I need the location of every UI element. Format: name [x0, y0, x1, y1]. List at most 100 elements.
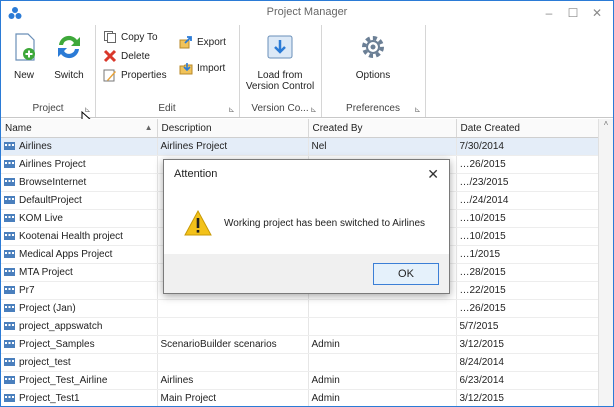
- cell-date-created-text: …10/2015: [459, 213, 506, 224]
- cell-description[interactable]: [157, 299, 309, 318]
- project-folder-icon: [4, 304, 15, 312]
- export-button[interactable]: Export: [179, 35, 226, 49]
- cell-description[interactable]: Airlines: [157, 371, 309, 390]
- switch-arrows-icon: [58, 35, 80, 59]
- cell-description[interactable]: Airlines Project: [157, 137, 309, 156]
- table-row[interactable]: project_test 8/24/2014: [1, 353, 599, 372]
- cell-date-created-text: …28/2015: [459, 267, 506, 278]
- cell-date-created[interactable]: …10/2015: [456, 209, 599, 228]
- column-header-date-created[interactable]: Date Created: [456, 119, 599, 138]
- cell-date-created-text: …/24/2014: [459, 195, 509, 206]
- project-folder-icon: [4, 160, 15, 168]
- options-label: Options: [355, 70, 391, 81]
- close-button[interactable]: ✕: [585, 3, 609, 23]
- table-row[interactable]: Project_Test_Airline Airlines Admin 6/23/20…: [1, 371, 599, 390]
- cell-date-created[interactable]: …/23/2015: [456, 173, 599, 192]
- load-from-version-control-button[interactable]: Load from Version Control: [243, 31, 317, 92]
- cell-name[interactable]: Kootenai Health project: [1, 227, 158, 246]
- minimize-button[interactable]: –: [537, 3, 561, 23]
- cell-name[interactable]: KOM Live: [1, 209, 158, 228]
- cell-date-created-text: 3/12/2015: [459, 339, 505, 350]
- vertical-scrollbar[interactable]: ˄: [598, 119, 613, 406]
- cell-date-created[interactable]: 5/7/2015: [456, 317, 599, 336]
- cell-name-text: MTA Project: [19, 267, 73, 278]
- cell-date-created[interactable]: 3/12/2015: [456, 335, 599, 354]
- switch-button[interactable]: Switch: [49, 31, 89, 81]
- cell-description[interactable]: [157, 317, 309, 336]
- cell-date-created[interactable]: 3/12/2015: [456, 389, 599, 406]
- table-row[interactable]: Project (Jan) …26/2015: [1, 299, 599, 318]
- ribbon-group-preferences: Options Preferences ⊾: [321, 25, 426, 117]
- dialog-launcher-icon[interactable]: ⊾: [228, 105, 235, 114]
- options-button[interactable]: Options: [343, 31, 403, 81]
- cell-name-text: Airlines: [19, 141, 52, 152]
- cell-description[interactable]: Main Project: [157, 389, 309, 406]
- column-header-name[interactable]: Name ▲: [1, 119, 158, 138]
- cell-created-by-text: Admin: [311, 375, 340, 386]
- window-controls: – ☐ ✕: [537, 3, 609, 23]
- cell-date-created[interactable]: …26/2015: [456, 155, 599, 174]
- column-header-description[interactable]: Description: [157, 119, 309, 138]
- properties-button[interactable]: Properties: [103, 68, 167, 82]
- cell-date-created[interactable]: …/24/2014: [456, 191, 599, 210]
- cell-name[interactable]: Medical Apps Project: [1, 245, 158, 264]
- cell-name[interactable]: Airlines: [1, 137, 158, 156]
- cell-date-created[interactable]: …22/2015: [456, 281, 599, 300]
- cell-name[interactable]: Project_Test1: [1, 389, 158, 406]
- table-row[interactable]: Airlines Airlines Project Nel 7/30/2014: [1, 137, 599, 156]
- cell-name[interactable]: Project (Jan): [1, 299, 158, 318]
- table-row[interactable]: project_appswatch 5/7/2015: [1, 317, 599, 336]
- cell-name[interactable]: Airlines Project: [1, 155, 158, 174]
- cell-date-created[interactable]: …28/2015: [456, 263, 599, 282]
- cell-date-created-text: 5/7/2015: [459, 321, 499, 332]
- cell-name-text: project_appswatch: [19, 321, 103, 332]
- cell-name-text: Airlines Project: [19, 159, 86, 170]
- cell-date-created[interactable]: …26/2015: [456, 299, 599, 318]
- delete-button[interactable]: Delete: [103, 49, 150, 63]
- cell-description[interactable]: ScenarioBuilder scenarios: [157, 335, 309, 354]
- cell-name[interactable]: project_test: [1, 353, 158, 372]
- cell-created-by[interactable]: Admin: [308, 389, 457, 406]
- cell-description[interactable]: [157, 353, 309, 372]
- switch-button-label: Switch: [54, 70, 84, 81]
- cell-name[interactable]: DefaultProject: [1, 191, 158, 210]
- group-label-version-control: Version Co... ⊾: [239, 103, 321, 114]
- cell-created-by[interactable]: [308, 317, 457, 336]
- cell-date-created[interactable]: 6/23/2014: [456, 371, 599, 390]
- column-header-created-by[interactable]: Created By: [308, 119, 457, 138]
- properties-label: Properties: [121, 69, 167, 81]
- ok-button[interactable]: OK: [373, 263, 439, 285]
- ribbon-group-edit: Copy To Delete Properties Export Import …: [95, 25, 240, 117]
- cell-name[interactable]: BrowseInternet: [1, 173, 158, 192]
- cell-date-created[interactable]: 7/30/2014: [456, 137, 599, 156]
- cell-name[interactable]: project_appswatch: [1, 317, 158, 336]
- cell-created-by[interactable]: Admin: [308, 335, 457, 354]
- import-button[interactable]: Import: [179, 61, 225, 75]
- maximize-button[interactable]: ☐: [561, 3, 585, 23]
- new-button[interactable]: New: [7, 31, 41, 81]
- cell-date-created[interactable]: …10/2015: [456, 227, 599, 246]
- column-header-name-text: Name: [5, 122, 32, 134]
- cell-created-by[interactable]: Nel: [308, 137, 457, 156]
- cell-name[interactable]: MTA Project: [1, 263, 158, 282]
- cell-created-by[interactable]: Admin: [308, 371, 457, 390]
- cell-name[interactable]: Pr7: [1, 281, 158, 300]
- ribbon-group-version-control: Load from Version Control Version Co... …: [239, 25, 322, 117]
- project-folder-icon: [4, 178, 15, 186]
- table-row[interactable]: Project_Test1 Main Project Admin 3/12/2015: [1, 389, 599, 406]
- copy-to-button[interactable]: Copy To: [103, 30, 158, 44]
- dialog-launcher-icon[interactable]: ⊾: [414, 105, 421, 114]
- cell-name[interactable]: Project_Test_Airline: [1, 371, 158, 390]
- cell-created-by[interactable]: [308, 299, 457, 318]
- ribbon-group-project: New Switch Project ⊾: [1, 25, 96, 117]
- cell-created-by[interactable]: [308, 353, 457, 372]
- scroll-up-arrow-icon[interactable]: ˄: [599, 119, 613, 128]
- gear-icon: [362, 36, 384, 58]
- dialog-close-button[interactable]: ✕: [427, 160, 439, 188]
- dialog-launcher-icon[interactable]: ⊾: [310, 105, 317, 114]
- cell-date-created[interactable]: 8/24/2014: [456, 353, 599, 372]
- table-row[interactable]: Project_Samples ScenarioBuilder scenarios…: [1, 335, 599, 354]
- cell-name[interactable]: Project_Samples: [1, 335, 158, 354]
- sort-ascending-icon: ▲: [144, 122, 153, 132]
- cell-date-created[interactable]: …1/2015: [456, 245, 599, 264]
